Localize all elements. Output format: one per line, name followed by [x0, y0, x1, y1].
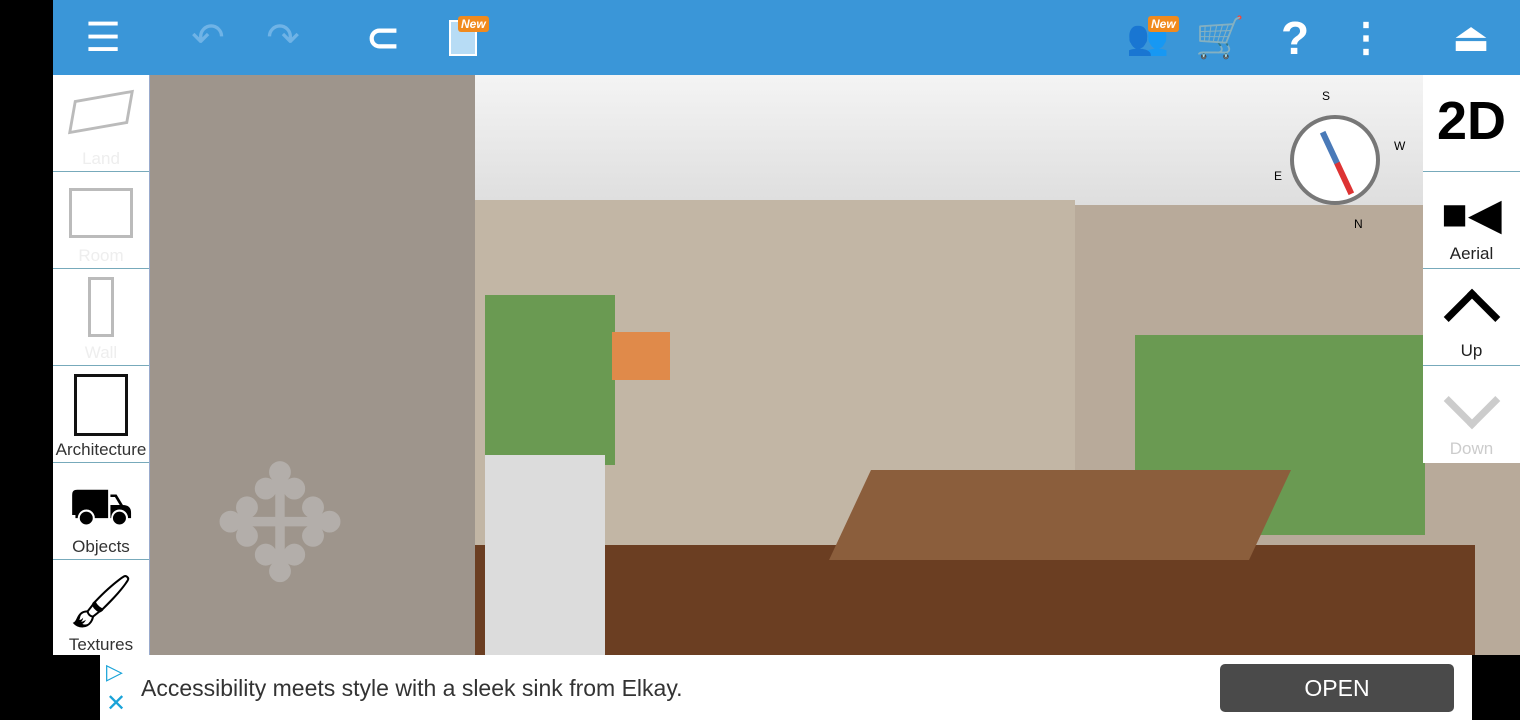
help-icon[interactable]: ?: [1265, 0, 1325, 75]
compass-s: S: [1322, 89, 1331, 103]
menu-icon[interactable]: ☰: [73, 0, 133, 75]
ad-text[interactable]: Accessibility meets style with a sleek s…: [141, 675, 683, 702]
adchoices-icon[interactable]: ▷: [106, 659, 123, 685]
community-new-badge: New: [1148, 16, 1179, 32]
window: [485, 295, 615, 465]
architecture-button[interactable]: Architecture: [53, 366, 149, 463]
wall-icon: [88, 277, 114, 337]
magnet-icon[interactable]: ⊂: [353, 0, 413, 75]
layers-icon[interactable]: [433, 0, 493, 75]
new-badge: New: [458, 16, 489, 32]
ad-banner[interactable]: ▷ ✕ Accessibility meets style with a sle…: [100, 655, 1472, 720]
architecture-label: Architecture: [55, 440, 147, 459]
close-ad-icon[interactable]: ✕: [106, 689, 126, 718]
sofa: [485, 455, 605, 655]
room-button[interactable]: Room: [53, 172, 149, 269]
right-panel: 2D ■◀ Aerial Up Down: [1423, 75, 1520, 463]
wall-button[interactable]: Wall: [53, 269, 149, 366]
textures-button[interactable]: 🖌 Textures: [53, 560, 149, 657]
move-arrows-icon[interactable]: ✥: [190, 435, 370, 615]
more-icon[interactable]: ⋮: [1336, 0, 1396, 75]
compass[interactable]: S W E N: [1274, 89, 1405, 231]
down-button[interactable]: Down: [1423, 366, 1520, 463]
ad-open-button[interactable]: OPEN: [1220, 664, 1454, 712]
compass-e: E: [1274, 169, 1283, 183]
textures-label: Textures: [68, 635, 134, 654]
room-label: Room: [78, 246, 124, 265]
compass-needle-icon: [1319, 130, 1355, 196]
dining-table: [829, 470, 1291, 560]
room-icon: [69, 188, 133, 238]
down-label: Down: [1449, 439, 1494, 458]
aerial-label: Aerial: [1449, 244, 1494, 263]
wood-floor: [475, 545, 1475, 655]
undo-icon[interactable]: ↶: [178, 0, 238, 75]
up-button[interactable]: Up: [1423, 269, 1520, 366]
land-icon: [68, 89, 134, 135]
view-2d-button[interactable]: 2D: [1423, 75, 1520, 172]
chevron-up-icon: [1443, 288, 1500, 346]
chevron-down-icon: [1443, 372, 1500, 430]
camera-icon: ■◀: [1441, 190, 1502, 239]
top-toolbar: ☰ ↶ ↷ ⊂ New 👥 New 🛒 ? ⋮ ⏏: [53, 0, 1520, 75]
objects-label: Objects: [72, 537, 130, 556]
armchair-icon: ⛟: [68, 478, 134, 536]
compass-n: N: [1354, 217, 1363, 231]
land-label: Land: [82, 149, 120, 168]
lamp-shade: [612, 332, 670, 380]
left-panel: Land Room Wall Architecture ⛟ Objects 🖌 Te…: [53, 75, 150, 655]
wall-label: Wall: [84, 343, 118, 362]
brush-icon: 🖌: [67, 573, 134, 631]
collapse-icon[interactable]: ⏏: [1441, 0, 1501, 75]
aerial-button[interactable]: ■◀ Aerial: [1423, 172, 1520, 269]
land-button[interactable]: Land: [53, 75, 149, 172]
objects-button[interactable]: ⛟ Objects: [53, 463, 149, 560]
3d-viewport[interactable]: ✥ S W E N: [150, 75, 1520, 655]
redo-icon[interactable]: ↷: [253, 0, 313, 75]
community-icon[interactable]: 👥: [1118, 0, 1178, 75]
door-icon: [74, 374, 128, 436]
cart-icon[interactable]: 🛒: [1190, 0, 1250, 75]
compass-w: W: [1394, 139, 1406, 153]
